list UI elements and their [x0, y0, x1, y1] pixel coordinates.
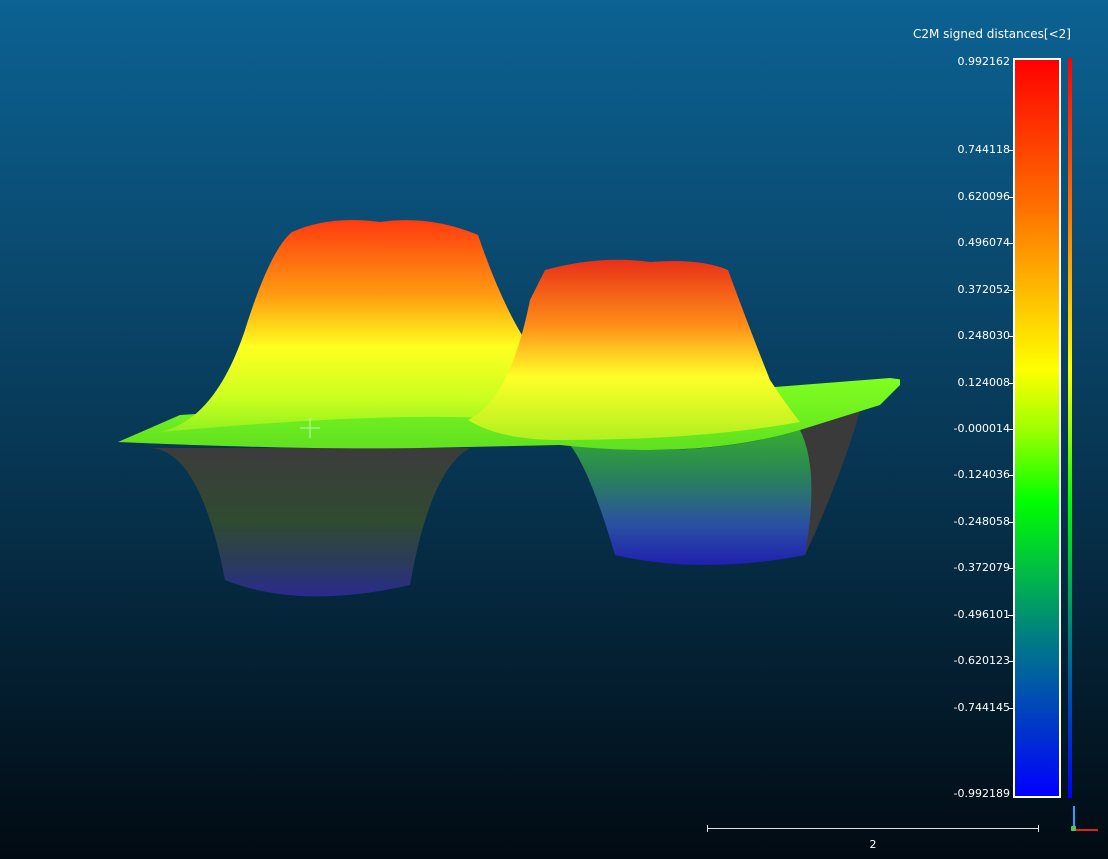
color-scale-tick-label: -0.992189 [953, 787, 1010, 800]
3d-viewport[interactable]: C2M signed distances[<2] 0.992162 0.74411… [0, 0, 1108, 859]
scale-bar-right-end [1038, 825, 1039, 832]
color-scale-tick-label: -0.372079 [953, 561, 1010, 574]
color-scale-tick-mark [1008, 568, 1014, 569]
color-scale-tick-mark [1008, 522, 1014, 523]
color-scale-tick-mark [1008, 475, 1014, 476]
scale-bar-left-end [707, 825, 708, 832]
color-scale-tick-label: 0.992162 [957, 55, 1011, 68]
left-pit-surface [150, 448, 470, 597]
color-scale-tick-mark [1008, 429, 1014, 430]
color-scale-tick-mark [1008, 290, 1014, 291]
color-scale-tick-mark [1008, 661, 1014, 662]
axis-z-icon [1071, 826, 1076, 831]
color-scale-tick-label: -0.248058 [953, 515, 1010, 528]
point-cloud-render[interactable] [0, 0, 900, 640]
scale-bar [707, 828, 1039, 829]
color-scale-tick-mark [1008, 383, 1014, 384]
color-scale-tick-mark [1008, 150, 1014, 151]
color-scale-tick-label: 0.124008 [957, 376, 1011, 389]
scale-bar-label: 2 [869, 838, 877, 851]
color-scale-tick-mark [1008, 336, 1014, 337]
scalar-field-title: C2M signed distances[<2] [913, 27, 1071, 41]
color-scale-tick-label: 0.248030 [957, 329, 1011, 342]
color-scale-tick-label: -0.620123 [953, 654, 1010, 667]
color-scale-tick-mark [1008, 708, 1014, 709]
color-scale-tick-mark [1008, 197, 1014, 198]
color-scale-tick-label: -0.124036 [953, 468, 1010, 481]
color-scale-tick-label: 0.496074 [957, 236, 1011, 249]
right-peak-surface [468, 259, 800, 440]
color-scale-tick-mark [1008, 615, 1014, 616]
color-scale-tick-label: -0.744145 [953, 701, 1010, 714]
color-scale-tick-label: -0.496101 [953, 608, 1010, 621]
color-scale-histogram [1068, 58, 1072, 798]
left-peak-surface [160, 219, 525, 432]
color-scale-bar [1013, 58, 1061, 798]
color-scale-tick-label: 0.744118 [957, 143, 1011, 156]
color-scale-tick-mark [1008, 243, 1014, 244]
color-scale-tick-label: -0.000014 [953, 422, 1010, 435]
color-scale-tick-label: 0.620096 [957, 190, 1011, 203]
color-scale-tick-label: 0.372052 [957, 283, 1011, 296]
axis-x-icon [1074, 829, 1098, 831]
